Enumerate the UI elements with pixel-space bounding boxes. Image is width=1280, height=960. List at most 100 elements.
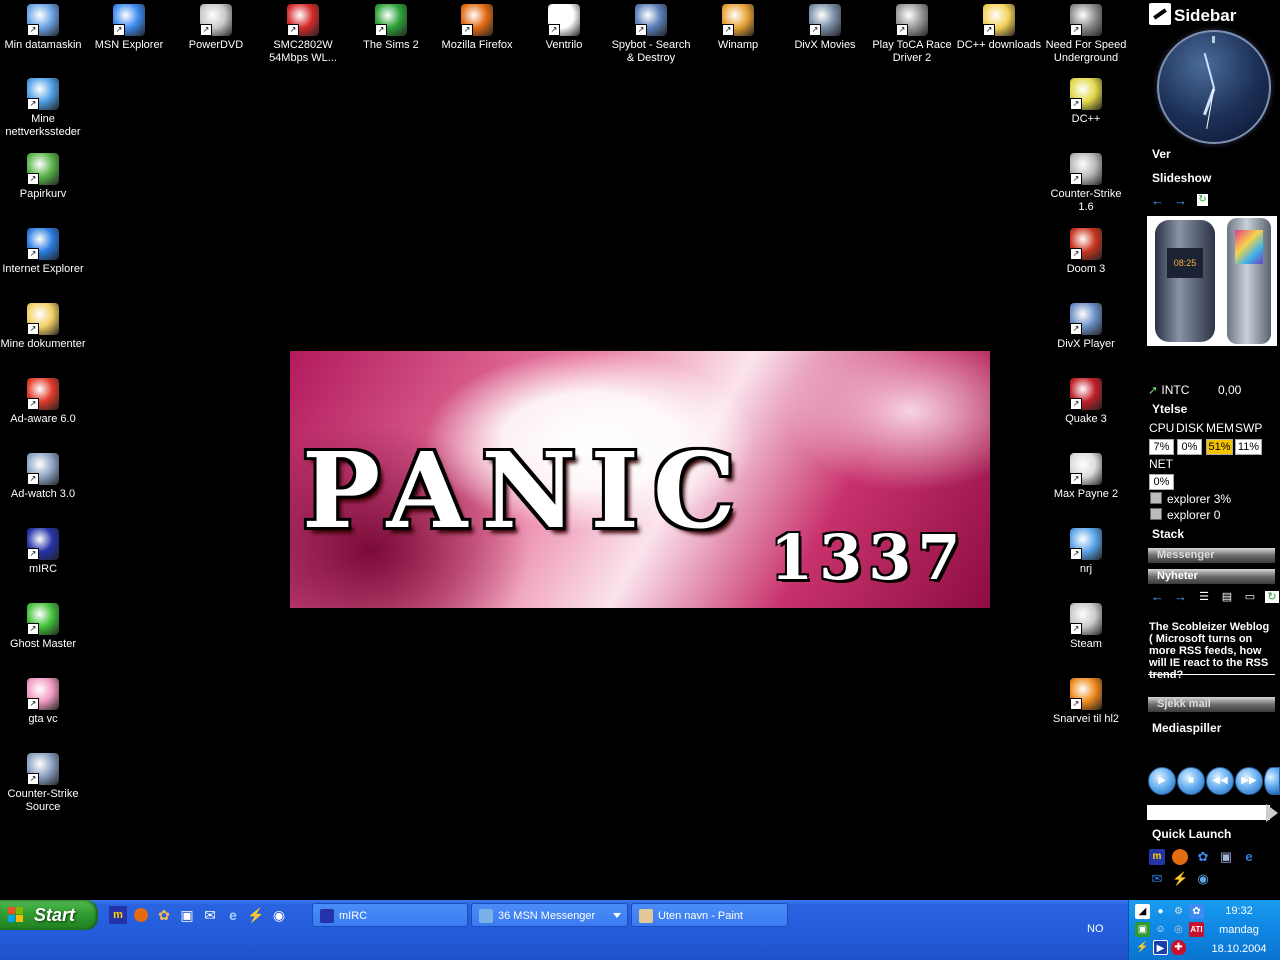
media-go-icon[interactable] [1266,804,1278,822]
news-tile-bar[interactable]: Nyheter [1148,569,1275,584]
desktop-icon-left-4[interactable]: ↗ Ad-aware 6.0 [0,376,86,426]
media-player-heading[interactable]: Mediaspiller [1152,721,1221,735]
process-item[interactable]: explorer 3% [1150,492,1231,506]
news-headline[interactable]: The Scobleizer Weblog ( Microsoft turns … [1148,619,1275,681]
desktop-icon-right-3[interactable]: ↗ DivX Player [1043,301,1129,351]
taskbar-item-msn-messenger[interactable]: 36 MSN Messenger [471,903,628,927]
msn-tray-icon[interactable]: ✿ [1189,904,1204,919]
weather-heading[interactable]: Ver [1152,147,1171,161]
desktop-icon-right-8[interactable]: ↗ Snarvei til hl2 [1043,676,1129,726]
news-feed-icon[interactable]: ▤ [1220,591,1234,603]
desktop-icon-right-4[interactable]: ↗ Quake 3 [1043,376,1129,426]
desktop-icon-top-10[interactable]: ↗ Play ToCA Race Driver 2 [869,2,955,65]
steam-tray-icon[interactable]: ⚙ [1171,904,1186,919]
media-seek-bar[interactable] [1147,805,1270,820]
taskbar-item-mirc[interactable]: mIRC [312,903,468,927]
desktop-icon-top-5[interactable]: ↗ Mozilla Firefox [434,2,520,52]
slideshow-prev-icon[interactable]: ← [1151,193,1164,208]
desktop-icon-left-3[interactable]: ↗ Mine dokumenter [0,301,86,351]
desktop-icon-left-1[interactable]: ↗ Papirkurv [0,151,86,201]
clock-date[interactable]: 18.10.2004 [1210,943,1268,955]
desktop-icon-top-12[interactable]: ↗ Need For Speed Underground [1043,2,1129,65]
mail-tile-bar[interactable]: Sjekk mail [1148,697,1275,712]
media-tray-icon[interactable]: ▶ [1153,940,1168,955]
desktop-icon-top-0[interactable]: ↗ Min datamaskin [0,2,86,52]
desktop-icon-left-8[interactable]: ↗ gta vc [0,676,86,726]
media-play-button[interactable]: ▶ [1148,767,1176,795]
desktop-icon-top-9[interactable]: ↗ DivX Movies [782,2,868,52]
firefox-icon[interactable] [1172,849,1188,865]
user-tray-icon[interactable]: ☺ [1153,922,1168,937]
slideshow-refresh-icon[interactable]: ↻ [1197,194,1208,206]
ati-tray-icon[interactable]: ATI [1189,922,1204,937]
network-tray-icon[interactable]: ▣ [1135,922,1150,937]
slideshow-image[interactable]: 08:25 [1147,216,1277,346]
desktop-icon-left-9[interactable]: ↗ Counter-Strike Source [0,751,86,814]
media-stop-button[interactable]: ■ [1177,767,1205,795]
media-player-icon[interactable]: ◉ [1195,871,1211,887]
desktop-icon-right-6[interactable]: ↗ nrj [1043,526,1129,576]
news-refresh-icon[interactable]: ↻ [1265,591,1279,603]
news-next-icon[interactable]: → [1174,589,1187,604]
quicklaunch-mediaplayer-icon[interactable]: ◉ [270,906,288,924]
clock-day[interactable]: mandag [1210,924,1268,936]
quicklaunch-network-icon[interactable]: ▣ [178,906,196,924]
nfs-tray-icon[interactable]: ◎ [1171,922,1186,937]
performance-heading[interactable]: Ytelse [1152,402,1187,416]
news-list-icon[interactable]: ☰ [1197,591,1211,603]
quicklaunch-msn-icon[interactable]: ✿ [155,906,173,924]
desktop-icon-right-5[interactable]: ↗ Max Payne 2 [1043,451,1129,501]
desktop-icon-top-11[interactable]: ↗ DC++ downloads [956,2,1042,52]
media-next-button[interactable]: ▶▶ [1235,767,1263,795]
network-computer-icon[interactable]: ▣ [1218,849,1234,865]
quicklaunch-outlook-icon[interactable]: ✉ [201,906,219,924]
shortcut-arrow-icon: ↗ [1070,98,1082,110]
mirc-icon[interactable]: m [1149,849,1165,865]
language-indicator[interactable]: NO [1087,923,1104,935]
desktop-icon-left-5[interactable]: ↗ Ad-watch 3.0 [0,451,86,501]
internet-explorer-icon[interactable]: e [1241,849,1257,865]
outlook-express-icon[interactable]: ✉ [1149,871,1165,887]
winamp-icon[interactable]: ⚡ [1172,871,1188,887]
sidebar-tray-icon[interactable]: ◢ [1135,904,1150,919]
msn-butterfly-icon[interactable]: ✿ [1195,849,1211,865]
stock-ticker[interactable]: ➚ INTC [1148,383,1189,397]
desktop-icon-top-2[interactable]: ↗ PowerDVD [173,2,259,52]
desktop-icon-right-7[interactable]: ↗ Steam [1043,601,1129,651]
slideshow-next-icon[interactable]: → [1174,193,1187,208]
desktop-icon-left-7[interactable]: ↗ Ghost Master [0,601,86,651]
start-button[interactable]: Start [0,900,98,930]
ventrilo-tray-icon[interactable]: ● [1153,904,1168,919]
security-shield-icon[interactable]: ✚ [1171,940,1186,955]
desktop-icon-top-7[interactable]: ↗ Spybot - Search & Destroy [608,2,694,65]
winamp-tray-icon[interactable]: ⚡ [1135,940,1150,955]
taskbar-item-paint[interactable]: Uten navn - Paint [631,903,788,927]
shortcut-arrow-icon: ↗ [461,24,473,36]
stack-heading[interactable]: Stack [1152,527,1184,541]
desktop-icon-left-6[interactable]: ↗ mIRC [0,526,86,576]
desktop-icon-top-4[interactable]: ↗ The Sims 2 [348,2,434,52]
media-previous-button[interactable]: ◀◀ [1206,767,1234,795]
media-volume-button[interactable] [1264,767,1280,795]
news-read-icon[interactable]: ▭ [1243,591,1257,603]
desktop-icon-top-3[interactable]: ↗ SMC2802W 54Mbps WL... [260,2,346,65]
process-item[interactable]: explorer 0 [1150,508,1220,522]
desktop-icon-top-6[interactable]: ↗ Ventrilo [521,2,607,52]
desktop-icon-left-0[interactable]: ↗ Mine nettverkssteder [0,76,86,139]
desktop-icon-right-1[interactable]: ↗ Counter-Strike 1.6 [1043,151,1129,214]
desktop-icon-right-2[interactable]: ↗ Doom 3 [1043,226,1129,276]
clock-time[interactable]: 19:32 [1210,905,1268,917]
desktop-icon-left-2[interactable]: ↗ Internet Explorer [0,226,86,276]
quicklaunch-firefox-icon[interactable] [132,906,150,924]
desktop-icon-right-0[interactable]: ↗ DC++ [1043,76,1129,126]
desktop-icon-top-8[interactable]: ↗ Winamp [695,2,781,52]
slideshow-heading[interactable]: Slideshow [1152,171,1211,185]
quicklaunch-mirc-icon[interactable]: m [109,906,127,924]
analog-clock[interactable] [1157,30,1271,144]
news-prev-icon[interactable]: ← [1151,589,1164,604]
quick-launch-heading[interactable]: Quick Launch [1152,827,1231,841]
quicklaunch-winamp-icon[interactable]: ⚡ [247,906,265,924]
desktop-icon-top-1[interactable]: ↗ MSN Explorer [86,2,172,52]
quicklaunch-ie-icon[interactable]: e [224,906,242,924]
messenger-tile-bar[interactable]: Messenger [1148,548,1275,563]
